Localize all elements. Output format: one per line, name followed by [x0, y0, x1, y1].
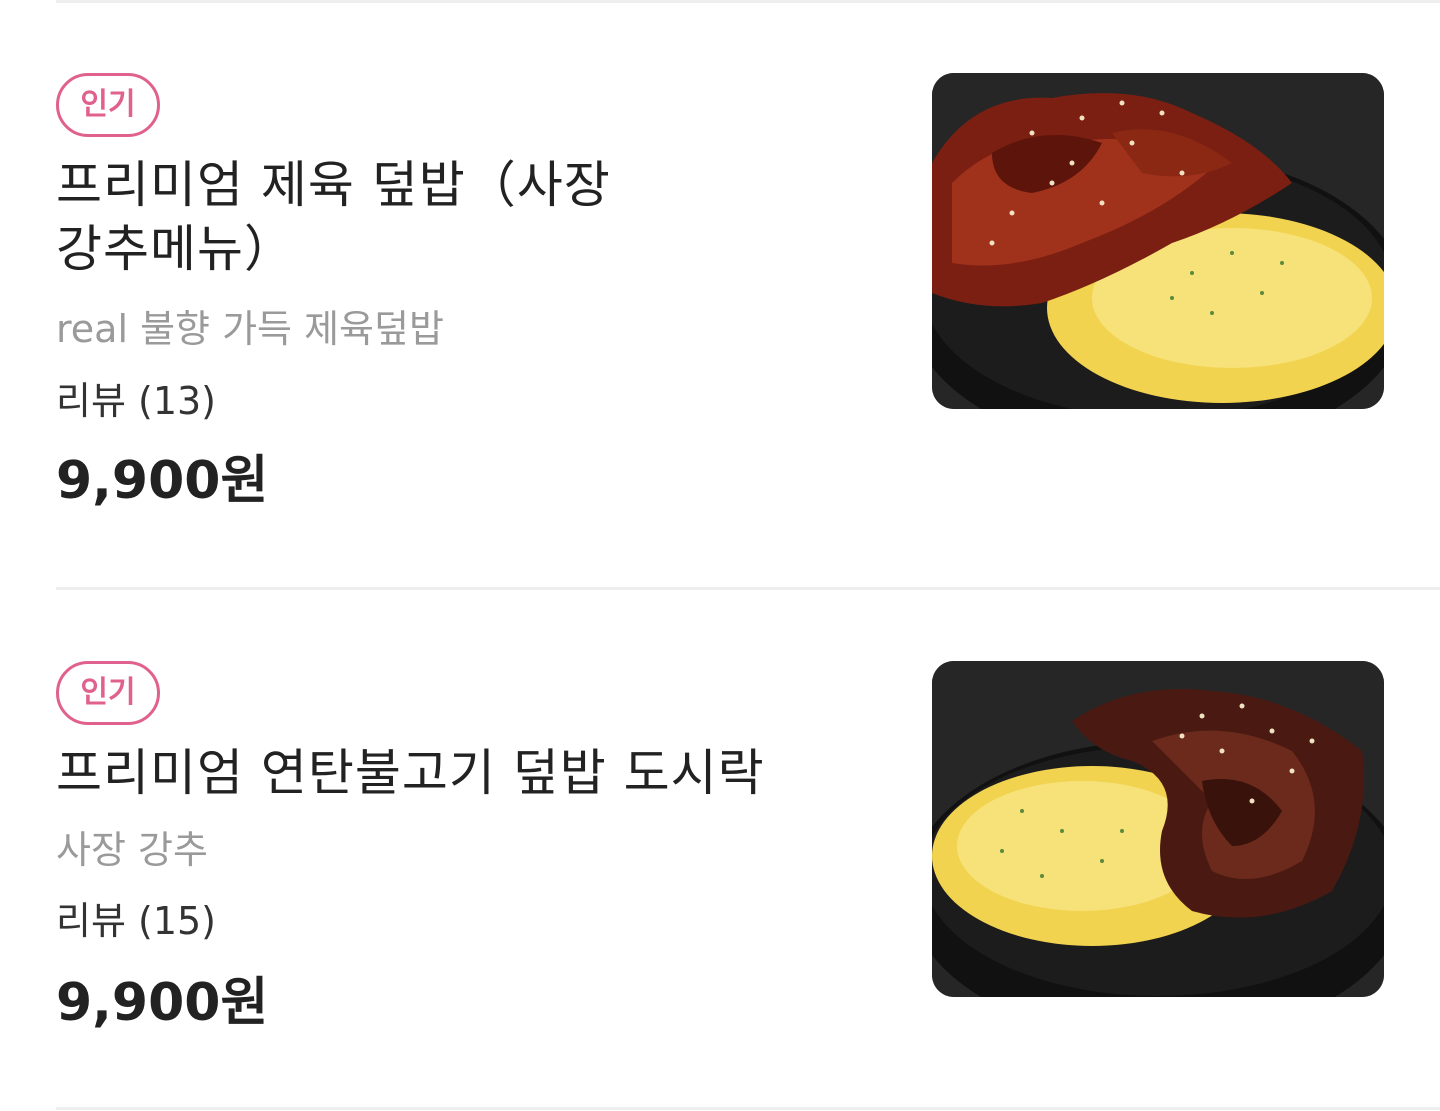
menu-item-title-line: 프리미엄 제육 덮밥（사장	[56, 156, 611, 214]
menu-item-review-count[interactable]: 리뷰 (15)	[56, 898, 216, 944]
menu-item-description: 사장 강추	[56, 828, 208, 872]
food-photo-spicy-pork-rice-bowl[interactable]	[932, 73, 1384, 409]
menu-item-title-line: 강추메뉴）	[56, 220, 295, 278]
menu-item-card[interactable]: 인기 프리미엄 연탄불고기 덮밥 도시락 사장 강추 리뷰 (15) 9,900…	[0, 661, 1440, 1061]
menu-item-price: 9,900원	[56, 451, 269, 511]
menu-item-title-line: 프리미엄 연탄불고기 덮밥 도시락	[56, 744, 765, 802]
top-divider	[56, 0, 1440, 3]
menu-item-title: 프리미엄 연탄불고기 덮밥 도시락	[56, 741, 765, 805]
item-divider	[56, 587, 1440, 590]
food-photo-bulgogi-rice-bowl[interactable]	[932, 661, 1384, 997]
popular-badge: 인기	[56, 661, 160, 725]
menu-item-review-count[interactable]: 리뷰 (13)	[56, 378, 216, 424]
popular-badge: 인기	[56, 73, 160, 137]
menu-item-title: 프리미엄 제육 덮밥（사장 강추메뉴）	[56, 153, 611, 281]
menu-item-price: 9,900원	[56, 973, 269, 1033]
menu-item-card[interactable]: 인기 프리미엄 제육 덮밥（사장 강추메뉴） real 불향 가득 제육덮밥 리…	[0, 73, 1440, 513]
food-photo-icon	[932, 73, 1384, 409]
bottom-divider	[56, 1107, 1440, 1110]
menu-item-description: real 불향 가득 제육덮밥	[56, 307, 444, 351]
food-photo-icon	[932, 661, 1384, 997]
